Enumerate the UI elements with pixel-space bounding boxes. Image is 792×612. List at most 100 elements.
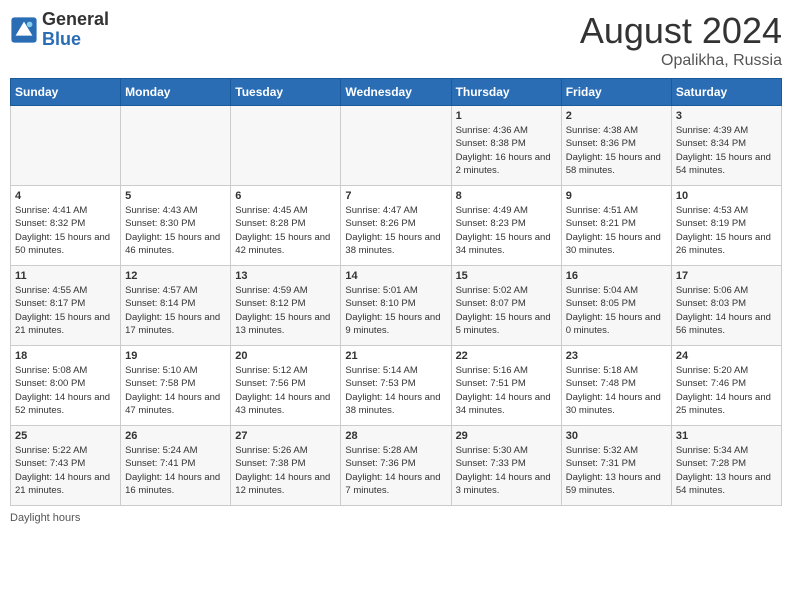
day-number: 24 — [676, 350, 777, 362]
day-number: 25 — [15, 430, 116, 442]
day-info: Sunrise: 4:51 AM Sunset: 8:21 PM Dayligh… — [566, 204, 667, 257]
day-info: Sunrise: 5:08 AM Sunset: 8:00 PM Dayligh… — [15, 364, 116, 417]
day-number: 11 — [15, 270, 116, 282]
week-row-1: 4 Sunrise: 4:41 AM Sunset: 8:32 PM Daylig… — [11, 186, 782, 266]
day-info: Sunrise: 4:59 AM Sunset: 8:12 PM Dayligh… — [235, 284, 336, 337]
calendar-cell: 8Sunrise: 4:49 AM Sunset: 8:23 PM Daylig… — [451, 186, 561, 266]
calendar-cell: 4 Sunrise: 4:41 AM Sunset: 8:32 PM Daylig… — [11, 186, 121, 266]
calendar-cell: 11 Sunrise: 4:55 AM Sunset: 8:17 PM Dayli… — [11, 266, 121, 346]
day-info: Sunrise: 5:02 AM Sunset: 8:07 PM Dayligh… — [456, 284, 557, 337]
subtitle: Opalikha, Russia — [580, 52, 782, 70]
day-info: Sunrise: 5:32 AM Sunset: 7:31 PM Dayligh… — [566, 444, 667, 497]
calendar-header-row: SundayMondayTuesdayWednesdayThursdayFrid… — [11, 79, 782, 106]
calendar-cell: 9Sunrise: 4:51 AM Sunset: 8:21 PM Daylig… — [561, 186, 671, 266]
day-number: 16 — [566, 270, 667, 282]
day-info: Sunrise: 4:45 AM Sunset: 8:28 PM Dayligh… — [235, 204, 336, 257]
day-info: Sunrise: 5:34 AM Sunset: 7:28 PM Dayligh… — [676, 444, 777, 497]
day-info: Sunrise: 5:20 AM Sunset: 7:46 PM Dayligh… — [676, 364, 777, 417]
calendar-cell: 22Sunrise: 5:16 AM Sunset: 7:51 PM Dayli… — [451, 346, 561, 426]
day-number: 28 — [345, 430, 446, 442]
day-header-thursday: Thursday — [451, 79, 561, 106]
calendar-cell — [11, 106, 121, 186]
calendar-cell: 18 Sunrise: 5:08 AM Sunset: 8:00 PM Dayli… — [11, 346, 121, 426]
calendar-cell: 5Sunrise: 4:43 AM Sunset: 8:30 PM Daylig… — [121, 186, 231, 266]
calendar-cell: 16Sunrise: 5:04 AM Sunset: 8:05 PM Dayli… — [561, 266, 671, 346]
day-number: 1 — [456, 110, 557, 122]
day-number: 12 — [125, 270, 226, 282]
day-number: 22 — [456, 350, 557, 362]
calendar-cell: 14Sunrise: 5:01 AM Sunset: 8:10 PM Dayli… — [341, 266, 451, 346]
day-info: Sunrise: 4:39 AM Sunset: 8:34 PM Dayligh… — [676, 124, 777, 177]
calendar-cell: 1Sunrise: 4:36 AM Sunset: 8:38 PM Daylig… — [451, 106, 561, 186]
day-number: 14 — [345, 270, 446, 282]
calendar-cell — [341, 106, 451, 186]
day-info: Sunrise: 4:55 AM Sunset: 8:17 PM Dayligh… — [15, 284, 116, 337]
day-info: Sunrise: 5:24 AM Sunset: 7:41 PM Dayligh… — [125, 444, 226, 497]
day-number: 2 — [566, 110, 667, 122]
day-number: 17 — [676, 270, 777, 282]
calendar-cell — [121, 106, 231, 186]
calendar-cell: 28 Sunrise: 5:28 AM Sunset: 7:36 PM Dayli… — [341, 426, 451, 506]
footer: Daylight hours — [10, 512, 782, 524]
day-header-friday: Friday — [561, 79, 671, 106]
day-number: 6 — [235, 190, 336, 202]
calendar-cell: 31 Sunrise: 5:34 AM Sunset: 7:28 PM Dayli… — [671, 426, 781, 506]
calendar-cell: 23Sunrise: 5:18 AM Sunset: 7:48 PM Dayli… — [561, 346, 671, 426]
calendar-cell: 20 Sunrise: 5:12 AM Sunset: 7:56 PM Dayli… — [231, 346, 341, 426]
logo-icon — [10, 16, 38, 44]
day-info: Sunrise: 5:10 AM Sunset: 7:58 PM Dayligh… — [125, 364, 226, 417]
calendar-cell: 10 Sunrise: 4:53 AM Sunset: 8:19 PM Dayli… — [671, 186, 781, 266]
calendar-cell: 29Sunrise: 5:30 AM Sunset: 7:33 PM Dayli… — [451, 426, 561, 506]
day-number: 21 — [345, 350, 446, 362]
calendar-cell: 21 Sunrise: 5:14 AM Sunset: 7:53 PM Dayli… — [341, 346, 451, 426]
day-number: 3 — [676, 110, 777, 122]
day-number: 18 — [15, 350, 116, 362]
day-header-tuesday: Tuesday — [231, 79, 341, 106]
calendar-cell: 25 Sunrise: 5:22 AM Sunset: 7:43 PM Dayli… — [11, 426, 121, 506]
calendar-cell: 3 Sunrise: 4:39 AM Sunset: 8:34 PM Daylig… — [671, 106, 781, 186]
logo-blue: Blue — [42, 29, 81, 49]
day-number: 27 — [235, 430, 336, 442]
page-header: General Blue August 2024 Opalikha, Russi… — [10, 10, 782, 70]
day-header-monday: Monday — [121, 79, 231, 106]
day-info: Sunrise: 4:47 AM Sunset: 8:26 PM Dayligh… — [345, 204, 446, 257]
week-row-2: 11 Sunrise: 4:55 AM Sunset: 8:17 PM Dayli… — [11, 266, 782, 346]
daylight-label: Daylight hours — [10, 512, 80, 524]
logo-text: General Blue — [42, 10, 109, 50]
day-info: Sunrise: 4:53 AM Sunset: 8:19 PM Dayligh… — [676, 204, 777, 257]
day-info: Sunrise: 5:12 AM Sunset: 7:56 PM Dayligh… — [235, 364, 336, 417]
week-row-3: 18 Sunrise: 5:08 AM Sunset: 8:00 PM Dayli… — [11, 346, 782, 426]
day-number: 20 — [235, 350, 336, 362]
day-info: Sunrise: 5:18 AM Sunset: 7:48 PM Dayligh… — [566, 364, 667, 417]
day-info: Sunrise: 5:26 AM Sunset: 7:38 PM Dayligh… — [235, 444, 336, 497]
calendar-cell: 26Sunrise: 5:24 AM Sunset: 7:41 PM Dayli… — [121, 426, 231, 506]
calendar-cell: 2 Sunrise: 4:38 AM Sunset: 8:36 PM Daylig… — [561, 106, 671, 186]
day-info: Sunrise: 5:14 AM Sunset: 7:53 PM Dayligh… — [345, 364, 446, 417]
calendar-cell: 27 Sunrise: 5:26 AM Sunset: 7:38 PM Dayli… — [231, 426, 341, 506]
day-number: 4 — [15, 190, 116, 202]
day-info: Sunrise: 5:22 AM Sunset: 7:43 PM Dayligh… — [15, 444, 116, 497]
week-row-0: 1Sunrise: 4:36 AM Sunset: 8:38 PM Daylig… — [11, 106, 782, 186]
title-block: August 2024 Opalikha, Russia — [580, 10, 782, 70]
day-number: 10 — [676, 190, 777, 202]
calendar-cell: 19 Sunrise: 5:10 AM Sunset: 7:58 PM Dayli… — [121, 346, 231, 426]
day-header-wednesday: Wednesday — [341, 79, 451, 106]
day-header-sunday: Sunday — [11, 79, 121, 106]
day-info: Sunrise: 5:28 AM Sunset: 7:36 PM Dayligh… — [345, 444, 446, 497]
day-number: 8 — [456, 190, 557, 202]
day-info: Sunrise: 4:38 AM Sunset: 8:36 PM Dayligh… — [566, 124, 667, 177]
day-info: Sunrise: 4:41 AM Sunset: 8:32 PM Dayligh… — [15, 204, 116, 257]
day-number: 15 — [456, 270, 557, 282]
main-title: August 2024 — [580, 10, 782, 52]
calendar-cell: 6 Sunrise: 4:45 AM Sunset: 8:28 PM Daylig… — [231, 186, 341, 266]
day-number: 31 — [676, 430, 777, 442]
day-number: 13 — [235, 270, 336, 282]
calendar-cell: 24 Sunrise: 5:20 AM Sunset: 7:46 PM Dayli… — [671, 346, 781, 426]
day-number: 30 — [566, 430, 667, 442]
day-info: Sunrise: 4:43 AM Sunset: 8:30 PM Dayligh… — [125, 204, 226, 257]
day-info: Sunrise: 5:06 AM Sunset: 8:03 PM Dayligh… — [676, 284, 777, 337]
day-info: Sunrise: 4:57 AM Sunset: 8:14 PM Dayligh… — [125, 284, 226, 337]
day-number: 19 — [125, 350, 226, 362]
calendar-cell: 15 Sunrise: 5:02 AM Sunset: 8:07 PM Dayli… — [451, 266, 561, 346]
calendar-cell: 17 Sunrise: 5:06 AM Sunset: 8:03 PM Dayli… — [671, 266, 781, 346]
